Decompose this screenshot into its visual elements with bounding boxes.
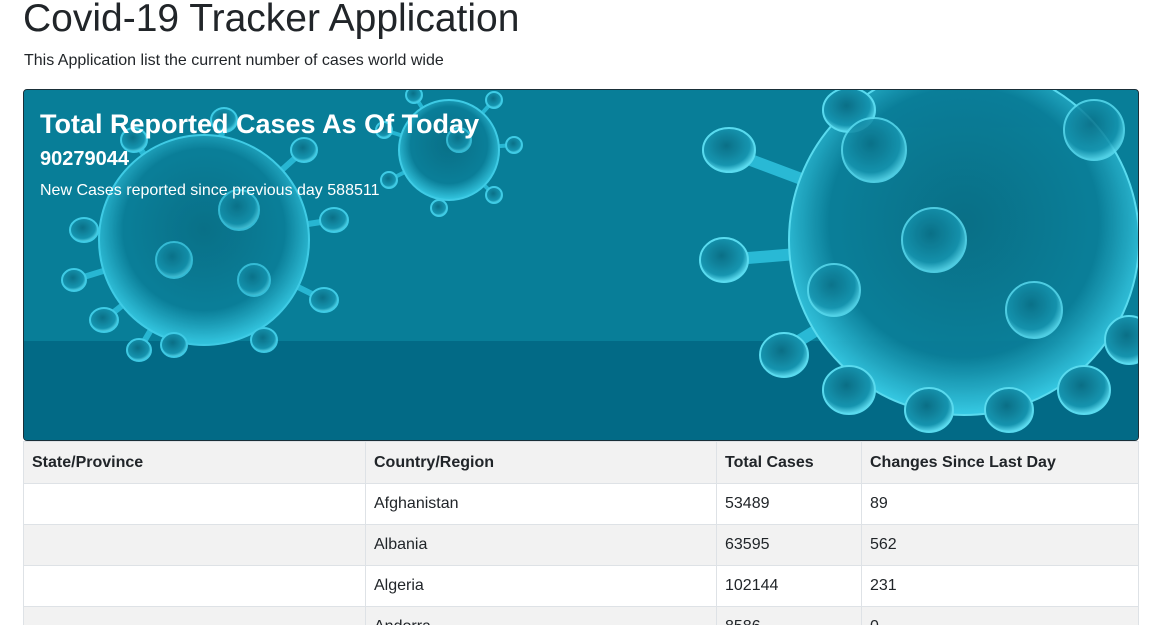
- cell-total: 53489: [716, 483, 862, 525]
- cell-total: 63595: [716, 524, 862, 566]
- cell-total: 8586: [716, 606, 862, 625]
- cell-change: 0: [861, 606, 1139, 625]
- cell-state: [23, 483, 366, 525]
- cell-country: Algeria: [365, 565, 717, 607]
- table-row: Andorra 8586 0: [23, 606, 1139, 625]
- new-cases-value: 588511: [327, 182, 380, 199]
- cell-state: [23, 565, 366, 607]
- table-row: Afghanistan 53489 89: [23, 483, 1139, 525]
- cell-country: Andorra: [365, 606, 717, 625]
- column-header-change: Changes Since Last Day: [861, 441, 1139, 484]
- page: Covid-19 Tracker Application This Applic…: [0, 0, 1160, 625]
- total-cases-value: 90279044: [40, 148, 129, 170]
- cases-table: State/Province Country/Region Total Case…: [23, 441, 1139, 625]
- cell-change: 89: [861, 483, 1139, 525]
- coronavirus-image: [24, 90, 1138, 440]
- column-header-state: State/Province: [23, 441, 366, 484]
- page-title: Covid-19 Tracker Application: [23, 0, 520, 40]
- cell-total: 102144: [716, 565, 862, 607]
- cell-state: [23, 524, 366, 566]
- column-header-total: Total Cases: [716, 441, 862, 484]
- table-row: Algeria 102144 231: [23, 565, 1139, 607]
- new-cases-label: New Cases reported since previous day: [40, 182, 323, 199]
- cell-state: [23, 606, 366, 625]
- new-cases-line: New Cases reported since previous day 58…: [40, 181, 379, 201]
- cell-change: 231: [861, 565, 1139, 607]
- cell-country: Albania: [365, 524, 717, 566]
- table-header-row: State/Province Country/Region Total Case…: [23, 441, 1139, 484]
- table-row: Albania 63595 562: [23, 524, 1139, 566]
- page-subtitle: This Application list the current number…: [24, 52, 444, 69]
- cell-change: 562: [861, 524, 1139, 566]
- cell-country: Afghanistan: [365, 483, 717, 525]
- banner-heading: Total Reported Cases As Of Today: [40, 109, 480, 139]
- cases-banner: Total Reported Cases As Of Today 9027904…: [23, 89, 1139, 441]
- column-header-country: Country/Region: [365, 441, 717, 484]
